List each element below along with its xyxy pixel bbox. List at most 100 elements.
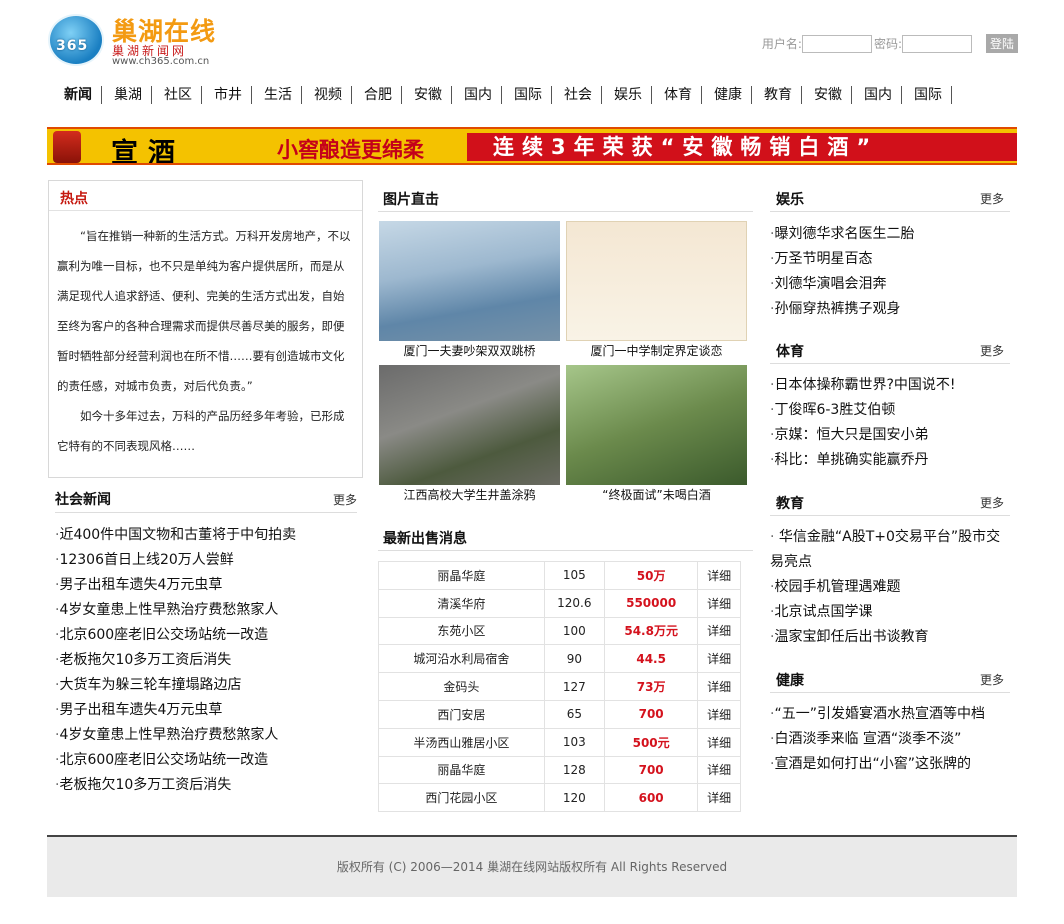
detail-link[interactable]: 详细 [697, 699, 741, 729]
table-row: 丽晶华庭 128 700 详细 [378, 755, 741, 785]
photo-item[interactable]: 江西高校大学生井盖涂鸦 [379, 365, 560, 505]
nav-item[interactable]: 教育 [760, 86, 802, 104]
photo-image[interactable] [566, 221, 747, 341]
nav-item[interactable]: 生活 [260, 86, 302, 104]
social-news-title: 社会新闻 [55, 492, 111, 508]
nav-item[interactable]: 国内 [860, 86, 902, 104]
password-input[interactable] [901, 34, 972, 53]
nav-item[interactable]: 国际 [510, 86, 552, 104]
list-item[interactable]: 12306首日上线20万人尝鲜 [55, 548, 296, 573]
photo-image[interactable] [379, 365, 560, 485]
ad-banner[interactable]: 宣酒 小窖酿造更绵柔 连续3年荣获“安徽畅销白酒” [47, 127, 1017, 165]
list-item[interactable]: 日本体操称霸世界?中国说不! [770, 373, 955, 398]
table-row: 西门安居 65 700 详细 [378, 699, 741, 729]
photo-item[interactable]: “终极面试”未喝白酒 [566, 365, 747, 505]
nav-item[interactable]: 安徽 [410, 86, 452, 104]
detail-link[interactable]: 详细 [697, 616, 741, 646]
list-item[interactable]: 北京600座老旧公交场站统一改造 [55, 623, 296, 648]
photo-item[interactable]: 厦门一夫妻吵架双双跳桥 [379, 221, 560, 361]
social-news-more-link[interactable]: 更多 [333, 491, 357, 508]
list-item[interactable]: 男子出租车遗失4万元虫草 [55, 573, 296, 598]
main-nav: 新闻 巢湖 社区 市井 生活 视频 合肥 安徽 国内 国际 社会 娱乐 体育 健… [60, 86, 960, 104]
list-item[interactable]: 曝刘德华求名医生二胎 [770, 222, 914, 247]
list-item[interactable]: 近400件中国文物和古董将于中旬拍卖 [55, 523, 296, 548]
edu-more-link[interactable]: 更多 [980, 494, 1010, 511]
nav-item[interactable]: 社区 [160, 86, 202, 104]
sports-title: 体育 [776, 343, 804, 360]
list-item[interactable]: 校园手机管理遇难题 [770, 575, 1010, 600]
nav-item[interactable]: 巢湖 [110, 86, 152, 104]
property-price: 600 [604, 783, 699, 813]
login-button[interactable]: 登陆 [985, 34, 1018, 53]
liquor-bottle-icon [53, 131, 81, 163]
photo-caption[interactable]: 厦门一中学制定界定谈恋 [566, 341, 747, 361]
detail-link[interactable]: 详细 [697, 783, 741, 813]
table-row: 半汤西山雅居小区 103 500元 详细 [378, 727, 741, 757]
logo-badge-text: 365 [56, 38, 89, 54]
property-area: 103 [543, 727, 606, 757]
login-form: 用户名: 密码: 登陆 [762, 34, 1018, 53]
nav-item[interactable]: 健康 [710, 86, 752, 104]
detail-link[interactable]: 详细 [697, 588, 741, 618]
property-name: 东苑小区 [378, 616, 545, 646]
photo-grid: 厦门一夫妻吵架双双跳桥 厦门一中学制定界定谈恋 江西高校大学生井盖涂鸦 “终极面… [379, 221, 747, 505]
list-item[interactable]: 4岁女童患上性早熟治疗费愁煞家人 [55, 723, 296, 748]
property-area: 90 [543, 644, 606, 674]
site-logo[interactable]: 365 巢湖在线 巢湖新闻网 www.ch365.com.cn [48, 12, 228, 70]
nav-item[interactable]: 安徽 [810, 86, 852, 104]
nav-item[interactable]: 社会 [560, 86, 602, 104]
nav-item[interactable]: 视频 [310, 86, 352, 104]
hot-title: 热点 [49, 181, 362, 211]
health-list: “五一”引发婚宴酒水热宣酒等中档 白酒淡季来临 宣酒“淡季不淡” 宣酒是如何打出… [770, 702, 985, 777]
list-item[interactable]: 北京600座老旧公交场站统一改造 [55, 748, 296, 773]
nav-item[interactable]: 娱乐 [610, 86, 652, 104]
list-item[interactable]: 万圣节明星百态 [770, 247, 914, 272]
nav-item[interactable]: 国际 [910, 86, 952, 104]
username-input[interactable] [801, 34, 872, 53]
detail-link[interactable]: 详细 [697, 561, 741, 590]
photo-caption[interactable]: 江西高校大学生井盖涂鸦 [379, 485, 560, 505]
photo-caption[interactable]: “终极面试”未喝白酒 [566, 485, 747, 505]
nav-item[interactable]: 新闻 [60, 86, 102, 104]
detail-link[interactable]: 详细 [697, 644, 741, 674]
nav-item[interactable]: 合肥 [360, 86, 402, 104]
list-item[interactable]: 北京试点国学课 [770, 600, 1010, 625]
photo-image[interactable] [566, 365, 747, 485]
list-item[interactable]: 华信金融“A股T+0交易平台”股市交易亮点 [770, 525, 1010, 575]
list-item[interactable]: 温家宝卸任后出书谈教育 [770, 625, 1010, 650]
copyright-text: 版权所有 (C) 2006—2014 巢湖在线网站版权所有 All Rights… [336, 860, 728, 874]
list-item[interactable]: 宣酒是如何打出“小窖”这张牌的 [770, 752, 985, 777]
list-item[interactable]: 白酒淡季来临 宣酒“淡季不淡” [770, 727, 985, 752]
list-item[interactable]: 4岁女童患上性早熟治疗费愁煞家人 [55, 598, 296, 623]
property-name: 丽晶华庭 [378, 755, 545, 785]
list-item[interactable]: 丁俊晖6-3胜艾伯顿 [770, 398, 956, 423]
list-item[interactable]: 科比：单挑确实能赢乔丹 [770, 448, 956, 473]
photos-header: 图片直击 [378, 186, 753, 212]
sports-more-link[interactable]: 更多 [980, 342, 1010, 359]
nav-item[interactable]: 国内 [460, 86, 502, 104]
list-item[interactable]: 京媒：恒大只是国安小弟 [770, 423, 956, 448]
list-item[interactable]: “五一”引发婚宴酒水热宣酒等中档 [770, 702, 985, 727]
detail-link[interactable]: 详细 [697, 755, 741, 785]
nav-item[interactable]: 体育 [660, 86, 702, 104]
ent-list: 曝刘德华求名医生二胎 万圣节明星百态 刘德华演唱会泪奔 孙俪穿热裤携子观身 [770, 222, 914, 322]
detail-link[interactable]: 详细 [697, 727, 741, 757]
list-item[interactable]: 大货车为躲三轮车撞塌路边店 [55, 673, 296, 698]
list-item[interactable]: 男子出租车遗失4万元虫草 [55, 698, 296, 723]
nav-item[interactable]: 市井 [210, 86, 252, 104]
list-item[interactable]: 老板拖欠10多万工资后消失 [55, 773, 296, 798]
logo-badge: 365 [48, 14, 104, 66]
photo-image[interactable] [379, 221, 560, 341]
photo-item[interactable]: 厦门一中学制定界定谈恋 [566, 221, 747, 361]
photo-caption[interactable]: 厦门一夫妻吵架双双跳桥 [379, 341, 560, 361]
list-item[interactable]: 刘德华演唱会泪奔 [770, 272, 914, 297]
ent-title: 娱乐 [776, 191, 804, 208]
hot-paragraph: “旨在推销一种新的生活方式。万科开发房地产，不以赢利为唯一目标，也不只是单纯为客… [57, 229, 351, 393]
detail-link[interactable]: 详细 [697, 672, 741, 701]
list-item[interactable]: 老板拖欠10多万工资后消失 [55, 648, 296, 673]
table-row: 东苑小区 100 54.8万元 详细 [378, 616, 741, 646]
list-item[interactable]: 孙俪穿热裤携子观身 [770, 297, 914, 322]
property-area: 128 [543, 755, 606, 785]
ent-more-link[interactable]: 更多 [980, 190, 1010, 207]
health-more-link[interactable]: 更多 [980, 671, 1010, 688]
